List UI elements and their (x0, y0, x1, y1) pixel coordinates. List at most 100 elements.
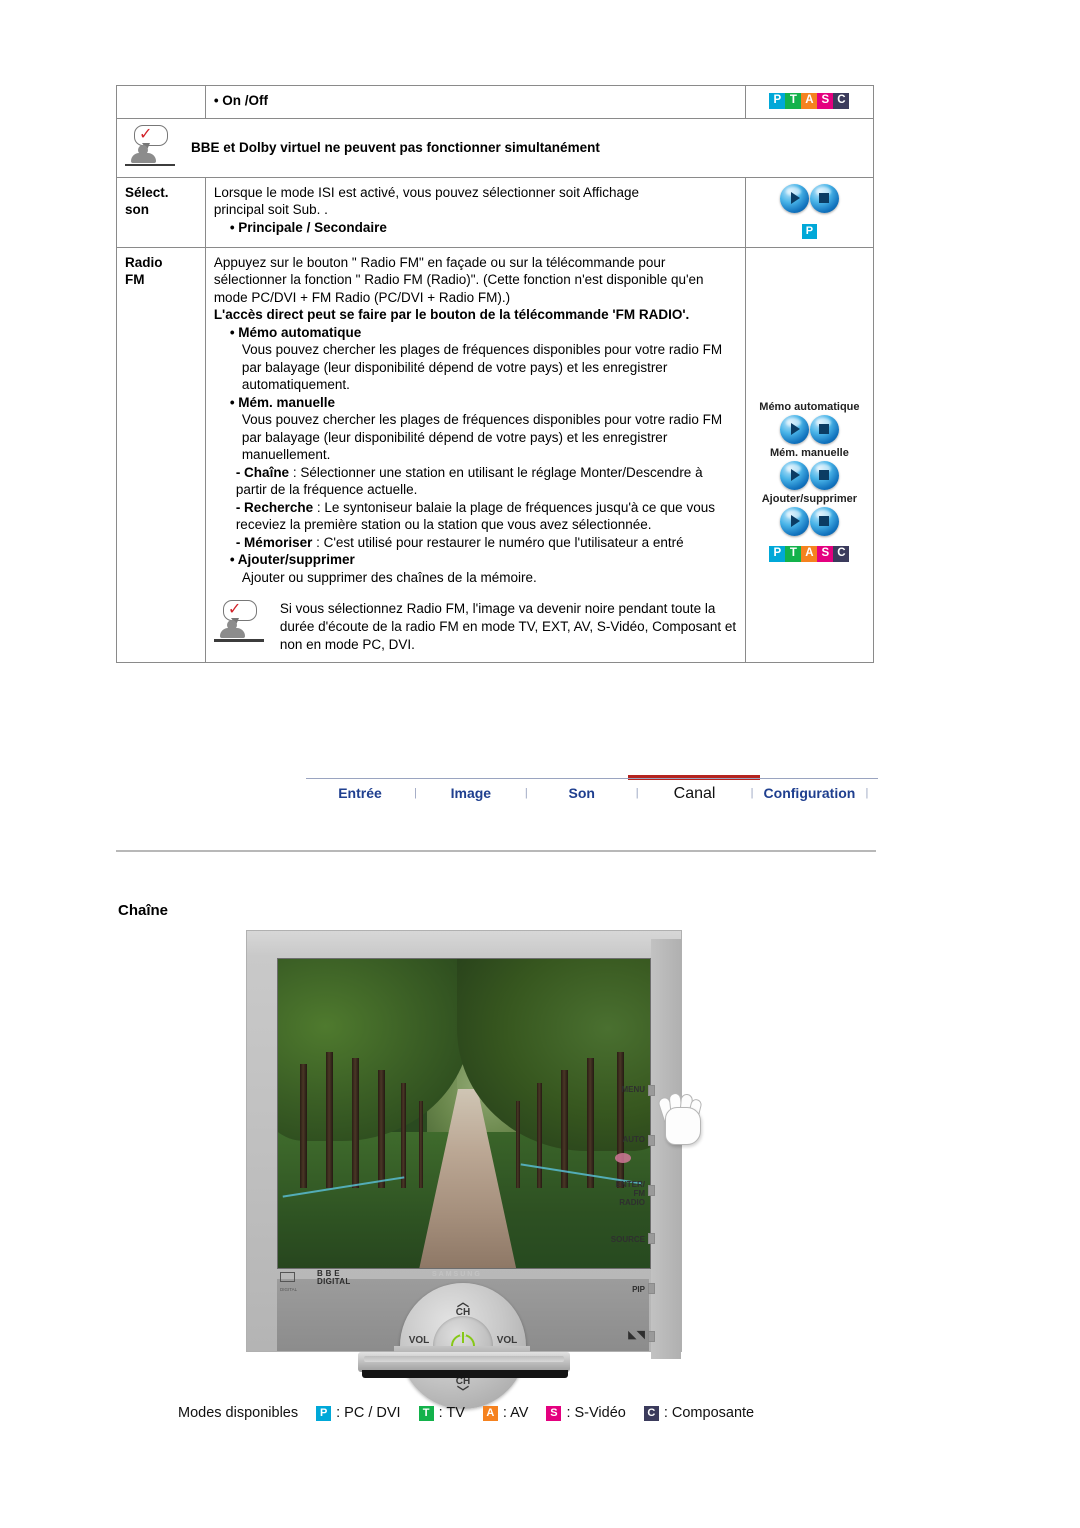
side-button-menu[interactable] (648, 1085, 655, 1096)
brand-logo: SAMSUNG (432, 1271, 482, 1278)
radio-fm-d3-text: : C'est utilisé pour restaurer le numéro… (312, 534, 684, 550)
side-button-enter-fm-radio[interactable] (648, 1185, 655, 1196)
bottom-nav: Entrée | Image | Son | Canal | Configura… (306, 778, 878, 803)
badge-p-select-son: P (801, 223, 817, 239)
badge-p: P (769, 92, 786, 109)
badge-c: C (643, 1405, 659, 1421)
play-sphere-icon (779, 414, 809, 444)
side-button-auto-label: AUTO (622, 1135, 645, 1144)
badge-t: T (418, 1405, 434, 1421)
select-son-l2: principal soit Sub. . (213, 202, 328, 217)
label-radio-fm-l2: FM (125, 271, 145, 287)
radio-fm-d2: - Recherche : Le syntoniseur balaie la p… (236, 499, 737, 534)
radio-fm-d3-label: - Mémoriser (235, 534, 313, 550)
mode-item-av: A : AV (482, 1405, 529, 1421)
monitor-stand-foot (362, 1370, 568, 1378)
radio-fm-d2-label: - Recherche (235, 499, 314, 515)
mode-item-s-video: S : S-Vidéo (546, 1405, 626, 1421)
badge-t: T (785, 545, 802, 562)
badge-s: S (817, 545, 834, 562)
tab-son[interactable]: Son (528, 785, 636, 801)
label-radio-fm-l1: Radio (125, 254, 163, 270)
dolby-digital-logo: DIGITAL (280, 1269, 310, 1292)
badge-p: P (769, 545, 786, 562)
select-son-bullet: • Principale / Secondaire (229, 219, 387, 235)
badge-c: C (833, 92, 850, 109)
monitor-body: DIGITAL B B E DIGITAL SAMSUNG ︿ CH CH ﹀ VO… (246, 930, 703, 1409)
section-divider (116, 850, 876, 852)
icon-caption-mem-manuelle: Mém. manuelle (769, 446, 849, 459)
table-row-select-son: Sélect. son Lorsque le mode ISI est acti… (116, 176, 875, 248)
monitor-illustration: DIGITAL B B E DIGITAL SAMSUNG ︿ CH CH ﹀ VO… (246, 922, 726, 1409)
row-icon-onoff: P T A S C (744, 85, 875, 119)
radio-fm-b2-text: Vous pouvez chercher les plages de fréqu… (241, 412, 723, 463)
mode-text-composante: : Composante (663, 1405, 755, 1421)
ch-down-button[interactable]: CH ﹀ (400, 1376, 526, 1398)
radio-fm-p1: Appuyez sur le bouton " Radio FM" en faç… (213, 254, 704, 305)
side-button-pip-label: PIP (632, 1285, 645, 1294)
badge-s: S (817, 92, 834, 109)
bbe-digital-logo: B B E DIGITAL (317, 1269, 351, 1286)
radio-fm-b3-text: Ajouter ou supprimer des chaînes de la m… (241, 569, 537, 585)
row-body-select-son: Lorsque le mode ISI est activé, vous pou… (204, 176, 746, 248)
mode-text-tv: : TV (438, 1405, 465, 1421)
select-son-l1: Lorsque le mode ISI est activé, vous pou… (213, 184, 640, 200)
radio-fm-p2: L'accès direct peut se faire par le bout… (213, 307, 690, 323)
row-label-empty (116, 85, 206, 119)
radio-fm-d1-label: - Chaîne (235, 464, 290, 480)
tab-canal[interactable]: Canal (639, 785, 751, 803)
play-sphere-icon (779, 460, 809, 490)
onoff-text: • On /Off (213, 93, 269, 108)
radio-fm-d3: - Mémoriser : C'est utilisé pour restaur… (236, 534, 737, 552)
modes-label: Modes disponibles (178, 1405, 299, 1421)
badge-s: S (546, 1405, 562, 1421)
radio-fm-d1-text: : Sélectionner une station en utilisant … (235, 464, 703, 498)
note-top-text: BBE et Dolby virtuel ne peuvent pas fonc… (191, 139, 600, 155)
badge-c: C (833, 545, 850, 562)
tab-image[interactable]: Image (417, 785, 525, 801)
note-cell-top: ✓ BBE et Dolby virtuel ne peuvent pas fo… (116, 117, 874, 178)
table-row-note-top: ✓ BBE et Dolby virtuel ne peuvent pas fo… (116, 117, 874, 178)
stop-sphere-icon (809, 183, 839, 213)
badge-t: T (785, 92, 802, 109)
monitor-side-rail: MENU AUTO ENTER/FM RADIO SOURCE PIP ◣◥ (611, 939, 681, 1359)
side-button-pip[interactable] (648, 1283, 655, 1294)
side-button-auto[interactable] (648, 1135, 655, 1146)
radio-fm-b3-title: • Ajouter/supprimer (229, 552, 355, 568)
stop-sphere-icon (809, 414, 839, 444)
icon-caption-ajouter-supprimer: Ajouter/supprimer (761, 492, 858, 505)
modes-legend: Modes disponibles P : PC / DVI T : TV A … (178, 1405, 754, 1421)
tab-entree[interactable]: Entrée (306, 785, 414, 801)
radio-fm-note-text: Si vous sélectionnez Radio FM, l'image v… (279, 601, 737, 653)
mode-text-av: : AV (502, 1405, 529, 1421)
ch-up-button[interactable]: ︿ CH (400, 1296, 526, 1318)
table-row-onoff: • On /Off P T A S C (116, 85, 875, 119)
ptasc-badge-group-2: P T A S C (769, 545, 850, 562)
side-button-speaker[interactable] (648, 1331, 655, 1342)
stop-sphere-icon (809, 506, 839, 536)
mode-text-s-video: : S-Vidéo (566, 1405, 626, 1421)
nav-separator: | (865, 787, 869, 799)
note-person-icon: ✓ (125, 124, 177, 169)
ptasc-badge-group: P T A S C (769, 92, 850, 109)
play-sphere-icon (779, 506, 809, 536)
radio-fm-b2-title: • Mém. manuelle (229, 394, 336, 410)
row-icon-select-son: P (744, 176, 875, 248)
sphere-pair-select-son (754, 183, 865, 213)
badge-a: A (482, 1405, 498, 1421)
page-title: Chaîne (118, 902, 169, 919)
speaker-icon: ◣◥ (628, 1329, 645, 1341)
tab-configuration[interactable]: Configuration (753, 785, 865, 801)
label-select-son-l1: Sélect. (125, 184, 169, 200)
spec-table: • On /Off P T A S C ✓ BBE et Dolby virtu… (116, 85, 875, 664)
radio-fm-b1-text: Vous pouvez chercher les plages de fréqu… (241, 342, 723, 393)
note-person-icon-2: ✓ (213, 600, 266, 644)
side-button-enter-label: ENTER/FM RADIO (615, 1180, 645, 1207)
row-label-select-son: Sélect. son (116, 176, 206, 248)
badge-p: P (316, 1405, 332, 1421)
icon-caption-memo-auto: Mémo automatique (759, 400, 860, 413)
mode-text-pc-dvi: : PC / DVI (336, 1405, 401, 1421)
side-button-menu-label: MENU (621, 1085, 645, 1094)
radio-fm-d1: - Chaîne : Sélectionner une station en u… (236, 464, 737, 499)
side-button-source[interactable] (648, 1233, 655, 1244)
